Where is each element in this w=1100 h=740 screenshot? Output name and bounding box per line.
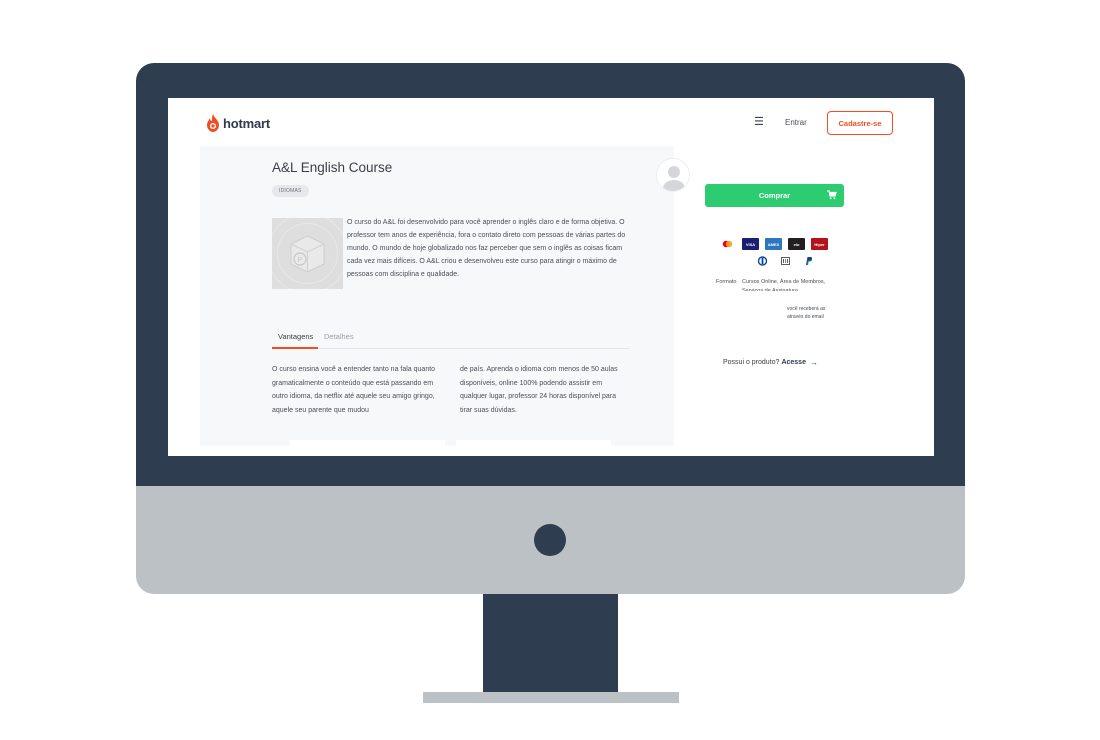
payment-methods-row: VISA AMEX elo Hiper (719, 238, 828, 250)
category-tag[interactable]: IDIOMAS (272, 185, 309, 197)
access-link[interactable]: Acesse (781, 359, 806, 366)
signup-button[interactable]: Cadastre-se (827, 111, 893, 135)
monitor-stand (483, 594, 618, 692)
cart-icon (827, 190, 837, 200)
product-thumbnail: P (272, 218, 343, 289)
access-note: você receberá as através do email (787, 306, 826, 320)
format-value: Cursos Online, Área de Membros, (742, 279, 826, 285)
tab-detalhes[interactable]: Detalhes (324, 332, 354, 341)
active-tab-indicator (272, 347, 318, 349)
advantages-text-right: de país. Aprenda o idioma com menos de 5… (460, 366, 618, 414)
visa-icon: VISA (742, 238, 759, 250)
payment-methods-row-2 (754, 255, 817, 267)
diners-icon (754, 255, 771, 267)
logo-text: hotmart (223, 115, 270, 131)
owns-product-row: Possui o produto? Acesse → (723, 358, 818, 367)
monitor-button (534, 524, 566, 556)
paypal-icon (800, 255, 817, 267)
advantages-text-left: O curso ensina você a entender tanto na … (272, 366, 436, 414)
format-label: Formato (716, 279, 737, 285)
format-value-overflow: Serviços de Assinatura (742, 288, 798, 291)
card-placeholder (456, 440, 611, 446)
owns-product-text: Possui o produto? (723, 359, 780, 366)
arrow-right-icon[interactable]: → (810, 358, 818, 367)
tab-vantagens[interactable]: Vantagens (278, 332, 313, 341)
buy-button-label: Comprar (758, 191, 791, 200)
hotmart-logo[interactable]: hotmart (206, 114, 270, 132)
flame-icon (207, 114, 219, 132)
author-avatar[interactable] (656, 158, 690, 192)
product-description: O curso do A&L foi desenvolvido para voc… (347, 219, 626, 278)
top-navbar: hotmart ☰ Entrar Cadastre-se (168, 98, 934, 148)
amex-icon: AMEX (765, 238, 782, 250)
product-title: A&L English Course (272, 160, 393, 175)
product-box-icon: P (272, 218, 343, 289)
card-placeholder (290, 440, 445, 446)
screen: hotmart ☰ Entrar Cadastre-se A&L English… (168, 98, 934, 456)
hipercard-icon: Hiper (811, 238, 828, 250)
mastercard-icon (719, 238, 736, 250)
hamburger-icon[interactable]: ☰ (754, 117, 764, 128)
monitor-base (423, 692, 679, 703)
tab-bar: Vantagens Detalhes (272, 330, 630, 349)
login-link[interactable]: Entrar (785, 118, 807, 127)
monitor-mockup: hotmart ☰ Entrar Cadastre-se A&L English… (0, 0, 1100, 740)
elo-icon: elo (788, 238, 805, 250)
buy-button[interactable]: Comprar (705, 184, 844, 207)
user-icon (657, 159, 689, 191)
svg-text:P: P (298, 257, 303, 264)
boleto-icon (777, 255, 794, 267)
